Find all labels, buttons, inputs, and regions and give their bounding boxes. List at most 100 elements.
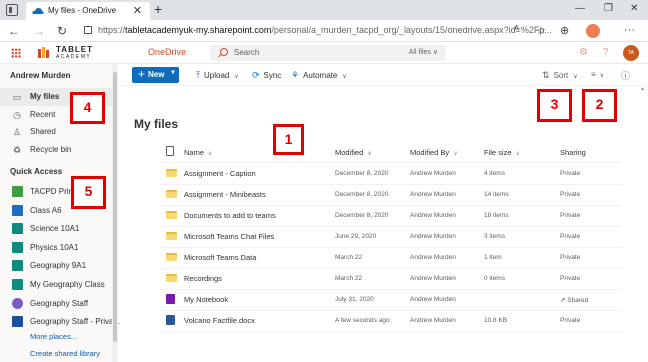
sort-label: Sort bbox=[553, 71, 569, 80]
new-tab-button[interactable]: + bbox=[154, 1, 162, 17]
quick-access-item[interactable]: Science 10A1 bbox=[0, 220, 112, 238]
file-name[interactable]: Assignment - Caption bbox=[184, 169, 256, 178]
forward-button[interactable]: → bbox=[33, 24, 45, 38]
upload-icon: ⤒ bbox=[196, 70, 200, 80]
sidebar-item-recycle-bin[interactable]: ♻ Recycle bin bbox=[0, 141, 112, 159]
column-header-modified-by[interactable]: Modified By ∨ bbox=[410, 148, 458, 157]
create-shared-library-link[interactable]: Create shared library bbox=[30, 349, 100, 358]
modified-date: December 8, 2020 bbox=[335, 191, 389, 198]
site-icon bbox=[12, 316, 23, 327]
quick-access-item[interactable]: Geography 9A1 bbox=[0, 257, 112, 275]
column-header-sharing[interactable]: Sharing bbox=[560, 148, 586, 157]
automate-button[interactable]: ⚘ Automate ∨ bbox=[291, 70, 347, 81]
file-name[interactable]: Volcano Factfile.docx bbox=[184, 316, 255, 325]
clock-icon: ◷ bbox=[13, 110, 21, 120]
new-button[interactable]: + New ▼ bbox=[132, 67, 179, 83]
modified-by: Andrew Murden bbox=[410, 275, 456, 282]
sidebar-item-label: Recycle bin bbox=[30, 145, 72, 154]
table-row[interactable]: Documents to add to teams December 8, 202… bbox=[160, 205, 622, 227]
sync-button[interactable]: ⟳ Sync bbox=[252, 70, 281, 81]
file-name[interactable]: Assignment - Minibeasts bbox=[184, 190, 266, 199]
logo-text-line1: TABLET bbox=[56, 45, 93, 54]
more-places-link[interactable]: More places... bbox=[30, 332, 77, 341]
table-row[interactable]: Recordings March 22 Andrew Murden 0 items Pr… bbox=[160, 268, 622, 290]
tablet-academy-logo bbox=[38, 47, 49, 58]
maximize-button[interactable]: ❐ bbox=[604, 3, 613, 14]
table-row[interactable]: Microsoft Teams Chat Files June 29, 2020 A… bbox=[160, 226, 622, 248]
help-icon[interactable]: ? bbox=[603, 47, 609, 58]
table-row[interactable]: Microsoft Teams Data March 22 Andrew Murde… bbox=[160, 247, 622, 269]
site-icon bbox=[12, 186, 23, 197]
table-row[interactable]: Volcano Factfile.docx A few seconds ago An… bbox=[160, 310, 622, 332]
tab-close-icon[interactable]: ✕ bbox=[133, 4, 142, 17]
column-header-modified[interactable]: Modified ∨ bbox=[335, 148, 372, 157]
app-launcher-icon[interactable] bbox=[11, 48, 21, 58]
modified-date: December 8, 2020 bbox=[335, 170, 389, 177]
table-row[interactable]: My Notebook July 31, 2020 Andrew Murden ⇗ S… bbox=[160, 289, 622, 311]
minimize-button[interactable]: — bbox=[575, 3, 585, 14]
file-name[interactable]: Microsoft Teams Data bbox=[184, 253, 256, 262]
new-button-label: New bbox=[148, 70, 165, 79]
url-text: https://tabletacademyuk-my.sharepoint.co… bbox=[98, 25, 552, 35]
quick-access-item[interactable]: My Geography Class bbox=[0, 276, 112, 294]
favorites-icon[interactable]: ☆ bbox=[536, 24, 546, 37]
search-scope-dropdown[interactable]: All files ∨ bbox=[409, 48, 438, 56]
tab-actions-icon[interactable] bbox=[6, 4, 18, 16]
file-size: 1 item bbox=[484, 254, 502, 261]
sort-button[interactable]: ⇅ Sort ∨ bbox=[542, 70, 578, 81]
quick-access-item[interactable]: Geography Staff bbox=[0, 295, 112, 313]
column-header-name[interactable]: Name ∨ bbox=[184, 148, 212, 157]
table-row[interactable]: Assignment - Minibeasts December 8, 2020 A… bbox=[160, 184, 622, 206]
plus-icon: + bbox=[138, 67, 146, 81]
view-options-button[interactable]: ≡ ∨ bbox=[591, 70, 604, 79]
view-options-icon: ≡ bbox=[591, 70, 596, 79]
folder-icon bbox=[166, 274, 177, 282]
modified-by: Andrew Murden bbox=[410, 212, 456, 219]
app-name[interactable]: OneDrive bbox=[148, 47, 186, 57]
browser-tab[interactable]: My files - OneDrive ✕ bbox=[26, 2, 150, 20]
reload-button[interactable]: ↻ bbox=[57, 24, 67, 38]
column-header-label: File size bbox=[484, 148, 512, 157]
settings-gear-icon[interactable]: ⚙ bbox=[579, 47, 588, 58]
site-icon bbox=[12, 205, 23, 216]
read-aloud-icon[interactable]: ᴬ bbox=[514, 24, 519, 36]
file-name[interactable]: Microsoft Teams Chat Files bbox=[184, 232, 274, 241]
chevron-down-icon: ∨ bbox=[573, 74, 578, 80]
user-avatar[interactable]: TA bbox=[623, 45, 639, 61]
quick-access-item[interactable]: Geography Staff - Priva... bbox=[0, 313, 120, 331]
modified-date: December 8, 2020 bbox=[335, 212, 389, 219]
site-icon bbox=[12, 298, 23, 309]
profile-icon[interactable] bbox=[586, 24, 600, 38]
folder-icon bbox=[166, 190, 177, 198]
search-box[interactable]: Search All files ∨ bbox=[210, 45, 446, 61]
sidebar-scroll-thumb[interactable] bbox=[113, 72, 117, 342]
upload-button[interactable]: ⤒ Upload ∨ bbox=[196, 70, 239, 81]
address-bar-row: ← → ↻ https://tabletacademyuk-my.sharepo… bbox=[0, 20, 648, 42]
quick-access-label: My Geography Class bbox=[30, 280, 105, 289]
table-row[interactable]: Assignment - Caption December 8, 2020 Andr… bbox=[160, 163, 622, 185]
file-name[interactable]: Documents to add to teams bbox=[184, 211, 276, 220]
column-header-label: Name bbox=[184, 148, 205, 157]
quick-access-item[interactable]: Physics 10A1 bbox=[0, 239, 112, 257]
close-window-button[interactable]: ✕ bbox=[630, 3, 638, 14]
sidebar-item-label: My files bbox=[30, 92, 60, 101]
browser-tab-strip: My files - OneDrive ✕ + — ❐ ✕ bbox=[0, 0, 648, 20]
more-icon[interactable]: ··· bbox=[624, 24, 635, 36]
back-button[interactable]: ← bbox=[8, 24, 20, 38]
modified-by: Andrew Murden bbox=[410, 233, 456, 240]
modified-by: Andrew Murden bbox=[410, 254, 456, 261]
sidebar-item-shared[interactable]: ♙ Shared bbox=[0, 123, 112, 141]
main-scrollbar[interactable] bbox=[640, 86, 646, 362]
quick-access-label: Geography Staff - Priva... bbox=[30, 317, 121, 326]
file-name[interactable]: Recordings bbox=[184, 274, 222, 283]
file-name[interactable]: My Notebook bbox=[184, 295, 228, 304]
site-icon bbox=[12, 242, 23, 253]
column-header-file-size[interactable]: File size ∨ bbox=[484, 148, 520, 157]
url-field[interactable]: https://tabletacademyuk-my.sharepoint.co… bbox=[82, 23, 552, 39]
chevron-down-icon: ∨ bbox=[234, 74, 239, 80]
info-pane-button[interactable]: ⓘ bbox=[621, 69, 630, 82]
file-type-icon[interactable] bbox=[166, 146, 174, 156]
user-name: Andrew Murden bbox=[10, 71, 71, 80]
collections-icon[interactable]: ⊕ bbox=[560, 24, 569, 37]
sidebar-item-label: Shared bbox=[30, 127, 56, 136]
